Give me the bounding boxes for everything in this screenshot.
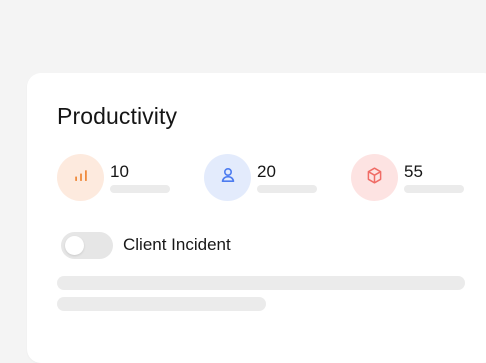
- productivity-card: Productivity 10 20 55 Client Incident: [27, 73, 486, 363]
- card-title: Productivity: [57, 103, 178, 129]
- stat-icon-circle: [351, 154, 398, 201]
- chart-bars-icon: [72, 166, 90, 189]
- stat-item-cube: 55: [351, 154, 476, 202]
- cube-icon: [365, 166, 384, 190]
- stat-placeholder-bar: [110, 185, 170, 193]
- content-skeleton-line: [57, 276, 465, 290]
- stat-icon-circle: [204, 154, 251, 201]
- stat-value: 10: [110, 162, 129, 181]
- stat-item-chart: 10: [57, 154, 182, 202]
- client-incident-toggle[interactable]: [61, 232, 113, 259]
- stat-value: 20: [257, 162, 276, 181]
- stat-placeholder-bar: [404, 185, 464, 193]
- content-skeleton-line: [57, 297, 266, 311]
- stat-item-user: 20: [204, 154, 329, 202]
- client-incident-row: Client Incident: [61, 232, 321, 260]
- client-incident-label: Client Incident: [123, 235, 231, 254]
- user-icon: [219, 166, 237, 189]
- stat-icon-circle: [57, 154, 104, 201]
- toggle-knob: [65, 236, 84, 255]
- stat-placeholder-bar: [257, 185, 317, 193]
- stat-value: 55: [404, 162, 423, 181]
